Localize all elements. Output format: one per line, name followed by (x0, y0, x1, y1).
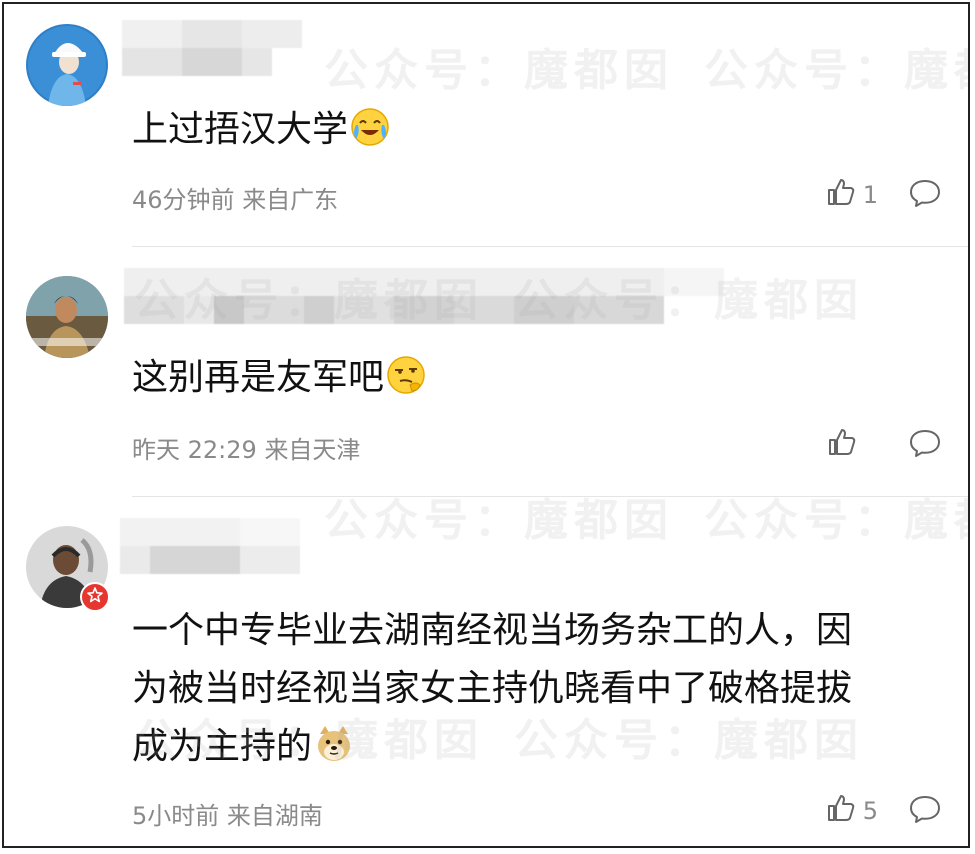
comment-text-line: 一个中专毕业去湖南经视当场务杂工的人，因 (132, 610, 853, 651)
thumbs-up-icon (825, 792, 857, 830)
comment-text: 一个中专毕业去湖南经视当场务杂工的人，因 为被当时经视当家女主持仇晓看中了破格提… (132, 602, 852, 776)
watermark-text: 公众号：魔都囡 (324, 45, 674, 96)
verified-badge (80, 582, 110, 612)
divider (132, 496, 968, 497)
comment-meta: 46分钟前 来自广东 (132, 180, 338, 215)
doge-emoji-icon (314, 724, 354, 764)
comment-location: 来自广东 (242, 186, 339, 214)
like-button[interactable]: 5 (825, 792, 878, 830)
watermark-text: 公众号：魔都囡 (704, 45, 968, 96)
comment-bubble-icon[interactable] (908, 177, 942, 213)
comment-meta: 5小时前 来自湖南 (132, 796, 323, 831)
username-blurred[interactable] (120, 518, 300, 574)
username-blurred[interactable] (124, 268, 724, 324)
thumbs-up-icon (825, 176, 857, 214)
comment-actions: 1 (825, 176, 942, 214)
avatar[interactable] (26, 276, 108, 358)
comment-list: 上过捂汉大学 46分钟前 来自广东 1 这别再是友军吧 昨天 22:29 来自天… (2, 2, 970, 848)
comment-bubble-icon[interactable] (908, 793, 942, 829)
comment-text-line: 成为主持的 (132, 726, 313, 767)
comment-text: 这别再是友军吧 (132, 348, 426, 408)
comment-time: 5小时前 (132, 802, 220, 830)
watermark-text: 公众号：魔都囡 (324, 495, 674, 546)
comment-location: 来自天津 (264, 436, 361, 464)
divider (132, 246, 968, 247)
comment-time: 46分钟前 (132, 186, 235, 214)
like-button[interactable]: 1 (825, 176, 878, 214)
star-icon (87, 587, 103, 607)
thinking-smug-emoji-icon (386, 354, 426, 394)
avatar[interactable] (26, 24, 108, 106)
watermark-text: 公众号：魔都囡 (704, 495, 968, 546)
laughing-tears-emoji-icon (350, 106, 390, 146)
comment-text: 上过捂汉大学 (132, 100, 390, 160)
like-count: 1 (862, 181, 878, 209)
like-count: 5 (862, 797, 878, 825)
comment-actions: 5 (825, 792, 942, 830)
comment-bubble-icon[interactable] (908, 427, 942, 463)
comment-time: 昨天 22:29 (132, 436, 257, 464)
comment-location: 来自湖南 (226, 802, 323, 830)
comment-text-line: 为被当时经视当家女主持仇晓看中了破格提拔 (132, 668, 853, 709)
like-button[interactable] (826, 426, 864, 464)
comment-actions (826, 426, 942, 464)
thumbs-up-icon (826, 426, 858, 464)
comment-meta: 昨天 22:29 来自天津 (132, 430, 360, 465)
comment-text-line-last: 成为主持的 (132, 718, 852, 776)
comment-text-body: 这别再是友军吧 (132, 357, 385, 398)
username-blurred[interactable] (122, 20, 302, 76)
comment-text-body: 上过捂汉大学 (132, 109, 349, 150)
